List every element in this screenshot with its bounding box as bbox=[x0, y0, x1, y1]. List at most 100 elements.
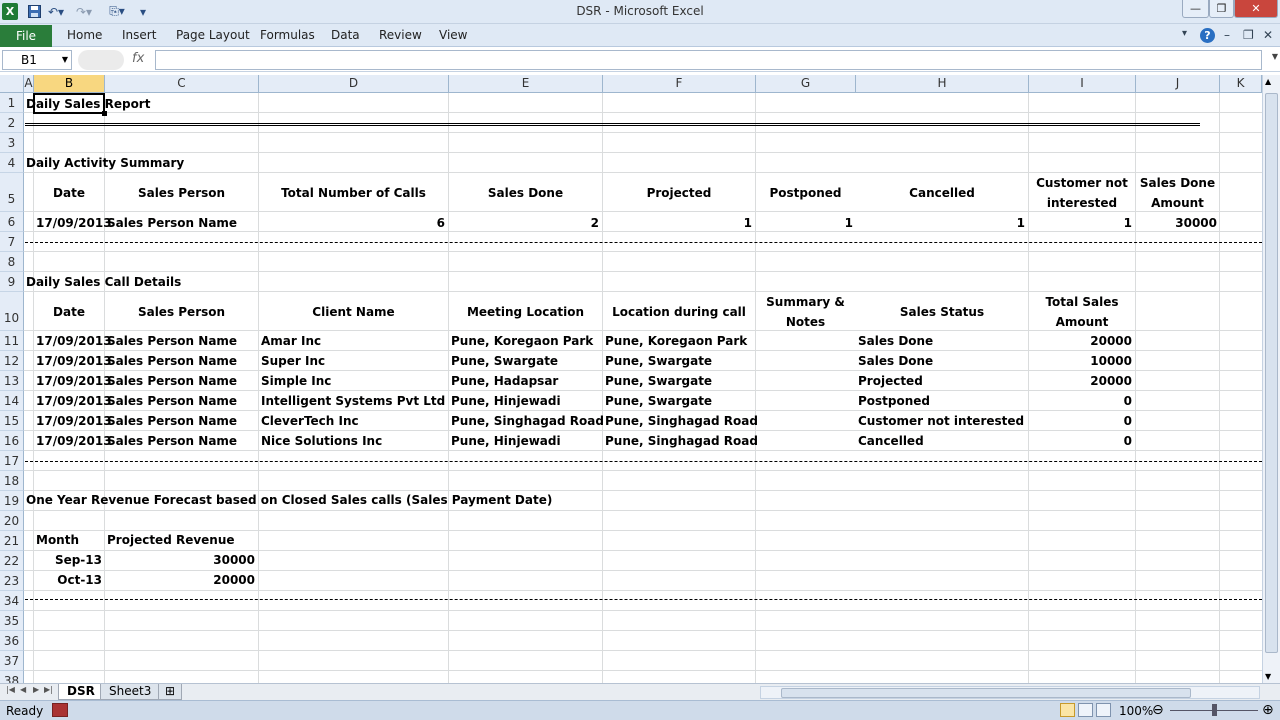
calls-header-meeting-location: Meeting Location bbox=[466, 305, 585, 319]
tab-review[interactable]: Review bbox=[379, 28, 422, 42]
col-header-a[interactable]: A bbox=[24, 75, 34, 93]
row-header-10[interactable]: 10 bbox=[0, 292, 24, 331]
file-tab[interactable]: File bbox=[0, 25, 52, 47]
row-header-8[interactable]: 8 bbox=[0, 252, 24, 272]
page-layout-view-icon[interactable] bbox=[1078, 703, 1093, 717]
macro-record-icon[interactable] bbox=[52, 703, 68, 717]
horizontal-scrollbar[interactable] bbox=[760, 686, 1260, 699]
summary-header-total-calls: Total Number of Calls bbox=[281, 186, 426, 200]
formula-input[interactable] bbox=[155, 50, 1262, 70]
help-icon[interactable]: ? bbox=[1200, 28, 1215, 43]
row-header-15[interactable]: 15 bbox=[0, 411, 24, 431]
row-header-14[interactable]: 14 bbox=[0, 391, 24, 411]
maximize-button[interactable]: ❐ bbox=[1209, 0, 1234, 18]
workbook-restore-icon[interactable]: ❐ bbox=[1243, 28, 1254, 42]
select-all-button[interactable] bbox=[0, 75, 24, 93]
first-sheet-icon[interactable]: |◀ bbox=[6, 685, 15, 694]
tab-view[interactable]: View bbox=[439, 28, 467, 42]
row-header-11[interactable]: 11 bbox=[0, 331, 24, 351]
sheet-tab-dsr[interactable]: DSR bbox=[58, 684, 104, 700]
insert-sheet-icon[interactable]: ⊞ bbox=[158, 684, 183, 700]
ribbon-collapse-icon[interactable]: ▾ bbox=[1182, 28, 1187, 39]
row-header-36[interactable]: 36 bbox=[0, 631, 24, 651]
row-header-6[interactable]: 6 bbox=[0, 212, 24, 232]
row-header-20[interactable]: 20 bbox=[0, 511, 24, 531]
row-header-13[interactable]: 13 bbox=[0, 371, 24, 391]
expand-formula-bar-icon[interactable]: ▼ bbox=[1272, 52, 1278, 61]
col-header-e[interactable]: E bbox=[449, 75, 603, 93]
col-header-g[interactable]: G bbox=[756, 75, 856, 93]
zoom-level[interactable]: 100% bbox=[1119, 704, 1153, 718]
sheet-tab-sheet3[interactable]: Sheet3 bbox=[100, 684, 161, 700]
call-location: Pune, Singhagad Road bbox=[605, 434, 758, 448]
call-status: Customer not interested bbox=[858, 414, 1025, 428]
chevron-down-icon[interactable]: ▼ bbox=[62, 51, 68, 69]
row-header-23[interactable]: 23 bbox=[0, 571, 24, 591]
tab-page-layout[interactable]: Page Layout bbox=[176, 28, 250, 42]
call-meeting-location: Pune, Hinjewadi bbox=[451, 434, 561, 448]
col-header-f[interactable]: F bbox=[603, 75, 756, 93]
zoom-out-icon[interactable]: ⊖ bbox=[1152, 702, 1164, 718]
forecast-revenue: 30000 bbox=[213, 553, 255, 567]
row-header-19[interactable]: 19 bbox=[0, 491, 24, 511]
row-header-18[interactable]: 18 bbox=[0, 471, 24, 491]
minimize-button[interactable]: — bbox=[1182, 0, 1209, 18]
row-header-1[interactable]: 1 bbox=[0, 93, 24, 113]
row-header-38[interactable]: 38 bbox=[0, 671, 24, 683]
col-header-i[interactable]: I bbox=[1029, 75, 1136, 93]
row-header-12[interactable]: 12 bbox=[0, 351, 24, 371]
col-header-c[interactable]: C bbox=[105, 75, 259, 93]
summary-header-not-interested: interested bbox=[1046, 196, 1118, 210]
normal-view-icon[interactable] bbox=[1060, 703, 1075, 717]
row-header-5[interactable]: 5 bbox=[0, 173, 24, 212]
page-break-view-icon[interactable] bbox=[1096, 703, 1111, 717]
row-header-2[interactable]: 2 bbox=[0, 113, 24, 133]
tab-data[interactable]: Data bbox=[331, 28, 360, 42]
last-sheet-icon[interactable]: ▶| bbox=[44, 685, 53, 694]
row-header-35[interactable]: 35 bbox=[0, 611, 24, 631]
row-header-34[interactable]: 34 bbox=[0, 591, 24, 611]
tab-insert[interactable]: Insert bbox=[122, 28, 156, 42]
zoom-in-icon[interactable]: ⊕ bbox=[1262, 702, 1274, 718]
tab-formulas[interactable]: Formulas bbox=[260, 28, 315, 42]
summary-sales-person: Sales Person Name bbox=[107, 216, 238, 230]
row-header-4[interactable]: 4 bbox=[0, 153, 24, 173]
row-header-3[interactable]: 3 bbox=[0, 133, 24, 153]
insert-function-button[interactable]: fx bbox=[132, 51, 144, 66]
workbook-minimize-icon[interactable]: – bbox=[1224, 28, 1230, 42]
vertical-scrollbar[interactable]: ▲ ▼ bbox=[1262, 75, 1280, 683]
name-box[interactable]: B1 ▼ bbox=[2, 50, 72, 70]
col-header-d[interactable]: D bbox=[259, 75, 449, 93]
row-header-22[interactable]: 22 bbox=[0, 551, 24, 571]
call-location: Pune, Swargate bbox=[605, 394, 713, 408]
call-location: Pune, Swargate bbox=[605, 354, 713, 368]
close-button[interactable]: ✕ bbox=[1234, 0, 1278, 18]
col-header-b[interactable]: B bbox=[34, 75, 105, 93]
col-header-h[interactable]: H bbox=[856, 75, 1029, 93]
worksheet-grid[interactable]: A B C D E F G H I J K 1 2 3 4 5 6 7 8 9 … bbox=[0, 75, 1262, 683]
row-header-21[interactable]: 21 bbox=[0, 531, 24, 551]
summary-header-not-interested: Customer not bbox=[1036, 176, 1128, 190]
next-sheet-icon[interactable]: ▶ bbox=[33, 685, 39, 694]
tab-home[interactable]: Home bbox=[67, 28, 102, 42]
row-header-16[interactable]: 16 bbox=[0, 431, 24, 451]
vertical-scroll-thumb[interactable] bbox=[1265, 93, 1278, 653]
row-header-37[interactable]: 37 bbox=[0, 651, 24, 671]
scroll-up-icon[interactable]: ▲ bbox=[1265, 77, 1271, 86]
summary-header-projected: Projected bbox=[646, 186, 712, 200]
scroll-down-icon[interactable]: ▼ bbox=[1265, 672, 1271, 681]
summary-cancelled: 1 bbox=[1016, 216, 1025, 230]
summary-postponed: 1 bbox=[844, 216, 853, 230]
prev-sheet-icon[interactable]: ◀ bbox=[20, 685, 26, 694]
active-cell-selection[interactable] bbox=[33, 93, 105, 114]
row-header-7[interactable]: 7 bbox=[0, 232, 24, 252]
workbook-close-icon[interactable]: ✕ bbox=[1263, 28, 1273, 42]
zoom-slider-thumb[interactable] bbox=[1212, 704, 1217, 716]
col-header-k[interactable]: K bbox=[1220, 75, 1262, 93]
row-header-9[interactable]: 9 bbox=[0, 272, 24, 292]
fill-handle[interactable] bbox=[102, 111, 107, 116]
row-header-17[interactable]: 17 bbox=[0, 451, 24, 471]
col-header-j[interactable]: J bbox=[1136, 75, 1220, 93]
summary-header-postponed: Postponed bbox=[769, 186, 842, 200]
horizontal-scroll-thumb[interactable] bbox=[781, 688, 1191, 698]
